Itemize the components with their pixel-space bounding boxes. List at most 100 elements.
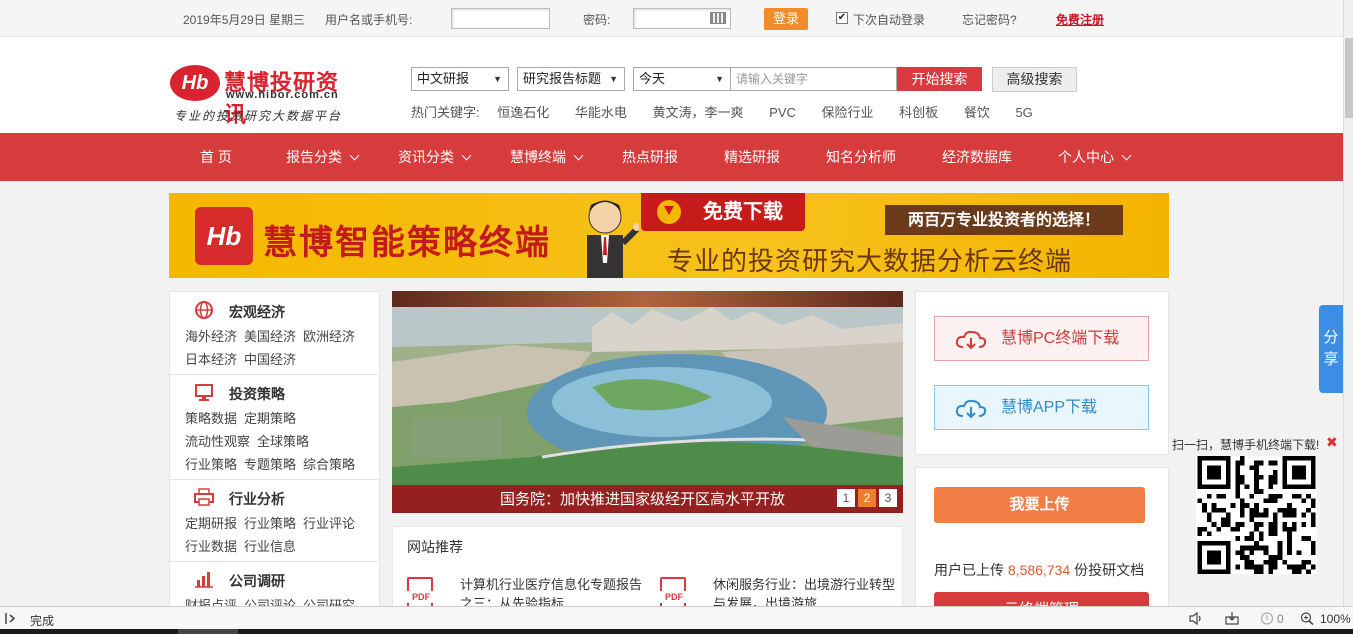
category-link[interactable]: 定期策略: [244, 411, 296, 426]
password-input[interactable]: [633, 8, 731, 29]
keyboard-icon[interactable]: [710, 12, 726, 24]
category-sidebar: 宏观经济 海外经济 美国经济 欧洲经济日本经济 中国经济 投资策略 策略数据 定期策略流…: [169, 291, 380, 611]
close-icon[interactable]: ✖: [1326, 434, 1338, 451]
zoom-icon[interactable]: [1300, 612, 1314, 625]
nav-label: 知名分析师: [826, 149, 896, 165]
slide-page-1[interactable]: 1: [837, 489, 855, 507]
nav-analysts[interactable]: 知名分析师: [826, 133, 896, 181]
nav-hot-reports[interactable]: 热点研报: [622, 133, 678, 181]
category-link[interactable]: 策略数据: [185, 411, 237, 426]
divider: [170, 479, 379, 480]
hot-keyword[interactable]: 5G: [1015, 105, 1032, 120]
banner-slogan: 两百万专业投资者的选择！: [885, 205, 1123, 235]
nav-home[interactable]: 首 页: [200, 133, 232, 181]
upload-stat-prefix: 用户已上传: [934, 562, 1004, 578]
upload-button[interactable]: 我要上传: [934, 487, 1145, 523]
banner-download-label: 免费下载: [703, 201, 783, 223]
hot-keywords: 热门关键字: 恒逸石化 华能水电 黄文涛，李一爽 PVC 保险行业 科创板 餐饮…: [411, 102, 1055, 121]
download-icon: [657, 200, 681, 224]
hot-keyword[interactable]: PVC: [769, 105, 796, 120]
share-tab[interactable]: 分享: [1319, 305, 1343, 393]
nav-report-categories[interactable]: 报告分类: [286, 133, 360, 181]
nav-terminal[interactable]: 慧博终端: [510, 133, 584, 181]
hot-keyword[interactable]: 科创板: [899, 105, 938, 120]
chevron-down-icon: [349, 150, 360, 161]
category-link[interactable]: 行业数据: [185, 539, 237, 554]
register-link[interactable]: 免费注册: [1056, 11, 1104, 28]
advanced-search-button[interactable]: 高级搜索: [992, 67, 1077, 92]
hot-keyword[interactable]: 餐饮: [964, 105, 990, 120]
category-link[interactable]: 流动性观察: [185, 434, 250, 449]
notification-icon[interactable]: [1260, 612, 1274, 625]
banner-download-button[interactable]: 免费下载: [641, 193, 805, 231]
search-button[interactable]: 开始搜索: [897, 67, 982, 91]
terminal-banner[interactable]: Hb 慧博智能策略终端 免费下载 两百万专业投资者的选择！ 专业的投资研究大数据…: [169, 193, 1169, 278]
scrollbar-thumb[interactable]: [1345, 38, 1353, 118]
category-link[interactable]: 行业策略: [244, 516, 296, 531]
category-link[interactable]: 日本经济: [185, 352, 237, 367]
login-bar: 2019年5月29日 星期三 用户名或手机号: 密码: 登录 ✔ 下次自动登录 …: [0, 0, 1343, 37]
hot-keyword[interactable]: 恒逸石化: [497, 105, 549, 120]
slide-page-3[interactable]: 3: [879, 489, 897, 507]
search-field-select[interactable]: 研究报告标题 ▼: [517, 67, 625, 91]
news-slideshow[interactable]: 国务院：加快推进国家级经开区高水平开放 1 2 3: [392, 291, 903, 513]
category-link[interactable]: 行业评论: [303, 516, 355, 531]
date-range-select[interactable]: 今天 ▼: [633, 67, 731, 91]
pdf-icon: PDF: [659, 577, 689, 609]
username-input[interactable]: [451, 8, 550, 29]
category-link[interactable]: 综合策略: [303, 457, 355, 472]
forgot-password-link[interactable]: 忘记密码?: [962, 11, 1017, 28]
category-title: 投资策略: [229, 386, 285, 402]
nav-selected-reports[interactable]: 精选研报: [724, 133, 780, 181]
browser-status-bar: 完成 0 100%: [0, 606, 1353, 629]
category-link[interactable]: 行业信息: [244, 539, 296, 554]
monitor-icon: [195, 384, 213, 401]
category-links: 定期研报 行业策略 行业评论行业数据 行业信息: [185, 512, 375, 558]
slide-page-2[interactable]: 2: [858, 489, 876, 507]
sidebar-toggle-icon[interactable]: [4, 612, 18, 625]
nav-news-categories[interactable]: 资讯分类: [398, 133, 472, 181]
slide-header-strip: [392, 291, 903, 307]
qr-caption: 扫一扫，慧博手机终端下载!: [1172, 438, 1320, 452]
category-links: 策略数据 定期策略流动性观察 全球策略行业策略 专题策略 综合策略: [185, 407, 375, 476]
category-title: 宏观经济: [229, 304, 285, 320]
nav-personal-center[interactable]: 个人中心: [1058, 133, 1132, 181]
category-link[interactable]: 欧洲经济: [303, 329, 355, 344]
pc-terminal-download-button[interactable]: 慧博PC终端下载: [934, 316, 1149, 361]
upload-stat-suffix: 份投研文档: [1074, 562, 1145, 578]
category-strategy: 投资策略 策略数据 定期策略流动性观察 全球策略行业策略 专题策略 综合策略: [170, 382, 379, 478]
nav-label: 热点研报: [622, 149, 678, 165]
keyword-search-input[interactable]: 请输入关键字: [731, 67, 897, 91]
notification-count: 0: [1277, 612, 1284, 626]
category-link[interactable]: 美国经济: [244, 329, 296, 344]
download-panel: 慧博PC终端下载 慧博APP下载: [915, 291, 1169, 455]
category-link[interactable]: 中国经济: [244, 352, 296, 367]
download-tray-icon[interactable]: [1225, 612, 1239, 625]
category-link[interactable]: 海外经济: [185, 329, 237, 344]
page-scrollbar[interactable]: [1343, 0, 1353, 606]
upload-count: 8,586,734: [1007, 562, 1071, 578]
category-link[interactable]: 全球策略: [257, 434, 309, 449]
hot-keywords-label: 热门关键字:: [411, 105, 480, 120]
app-download-button[interactable]: 慧博APP下载: [934, 385, 1149, 430]
login-button[interactable]: 登录: [764, 8, 808, 30]
nav-economic-database[interactable]: 经济数据库: [942, 133, 1012, 181]
category-link[interactable]: 定期研报: [185, 516, 237, 531]
category-links: 海外经济 美国经济 欧洲经济日本经济 中国经济: [185, 325, 375, 371]
report-type-select[interactable]: 中文研报 ▼: [411, 67, 509, 91]
category-link[interactable]: 行业策略: [185, 457, 237, 472]
hot-keyword[interactable]: 黄文涛，李一爽: [653, 105, 744, 120]
nav-label: 经济数据库: [942, 149, 1012, 165]
category-link[interactable]: 专题策略: [244, 457, 296, 472]
divider: [170, 374, 379, 375]
auto-login-checkbox[interactable]: ✔: [836, 12, 848, 24]
hot-keyword[interactable]: 华能水电: [575, 105, 627, 120]
hot-keyword[interactable]: 保险行业: [822, 105, 874, 120]
slide-caption[interactable]: 国务院：加快推进国家级经开区高水平开放: [392, 485, 903, 513]
banner-title: 慧博智能策略终端: [263, 223, 551, 263]
site-logo[interactable]: Hb 慧博投研资讯 www.hibor.com.cn 专业的投资研究大数据平台: [170, 63, 360, 128]
slide-image[interactable]: [392, 307, 903, 485]
speaker-icon[interactable]: [1189, 612, 1203, 625]
report-type-value: 中文研报: [417, 71, 470, 86]
zoom-level[interactable]: 100%: [1320, 612, 1351, 626]
